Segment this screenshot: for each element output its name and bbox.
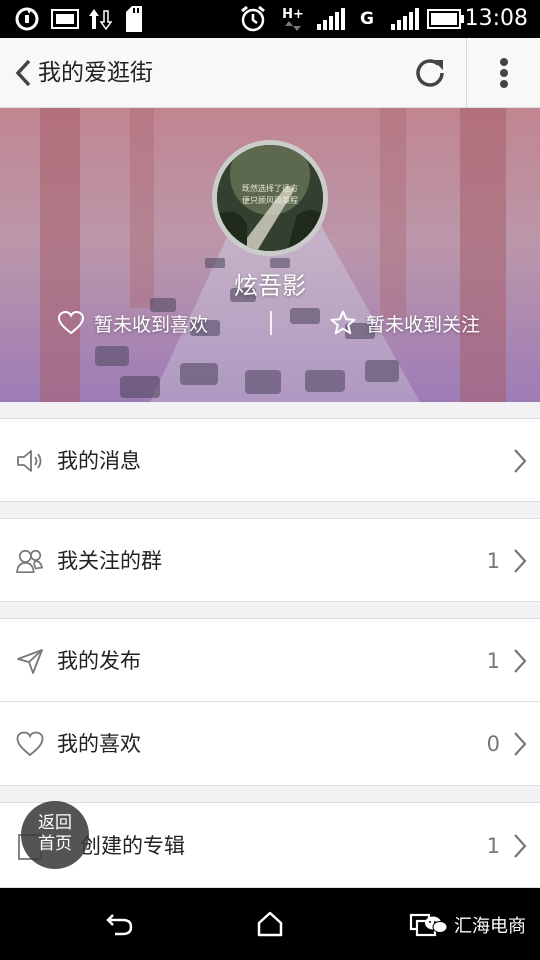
chevron-right-icon [510, 833, 530, 859]
menu-item-count: 1 [486, 549, 500, 573]
send-icon [16, 647, 44, 675]
heart-icon [16, 730, 44, 758]
signal-icon [314, 6, 348, 32]
menu-item-count: 1 [486, 834, 500, 858]
star-outline-icon [330, 310, 356, 335]
menu-item-label: 我关注的群 [57, 549, 162, 573]
app-bar-divider [466, 38, 467, 108]
menu-item-label: 创建的专辑 [80, 834, 185, 858]
profile-banner: 既然选择了远方 便只顾风雨兼程 炫吾影 暂未收到喜欢 暂未收到关注 [0, 108, 540, 402]
refresh-icon [416, 59, 444, 87]
network-type-icon: H+ [280, 6, 306, 32]
more-options-button[interactable] [482, 51, 526, 95]
back-arrow-icon [106, 914, 133, 936]
back-to-home-button[interactable]: 返回 首页 [21, 801, 89, 869]
wechat-icon [425, 916, 448, 933]
follows-stat[interactable]: 暂未收到关注 [330, 308, 480, 338]
status-time: 13:08 [464, 6, 528, 31]
navigation-bar: 汇海电商 [0, 888, 540, 960]
menu-item-my-posts[interactable]: 我的发布 1 [0, 618, 540, 702]
group-icon [16, 547, 44, 575]
sync-icon [12, 6, 42, 32]
app-bar: 我的爱逛街 [0, 38, 540, 108]
network-type-label: H+ [282, 6, 304, 22]
signal-2-icon [388, 6, 422, 32]
image-icon [50, 6, 80, 32]
menu-item-my-likes[interactable]: 我的喜欢 0 [0, 702, 540, 786]
status-bar: H+ G 13:08 [0, 0, 540, 38]
menu-item-label: 我的发布 [57, 649, 141, 673]
speaker-icon [16, 447, 44, 475]
heart-outline-icon [58, 311, 84, 335]
home-icon [257, 911, 283, 937]
more-vertical-icon [500, 58, 508, 88]
avatar[interactable]: 既然选择了远方 便只顾风雨兼程 [212, 140, 328, 256]
battery-icon [426, 6, 466, 32]
watermark-label: 汇海电商 [454, 916, 526, 937]
alarm-icon [238, 5, 268, 32]
sd-card-icon [122, 6, 146, 32]
stat-divider [270, 311, 272, 335]
back-button[interactable] [6, 38, 40, 108]
likes-stat[interactable]: 暂未收到喜欢 [58, 308, 208, 338]
nav-home-button[interactable] [250, 906, 290, 942]
menu-item-followed-groups[interactable]: 我关注的群 1 [0, 518, 540, 602]
menu-item-label: 我的消息 [57, 449, 141, 473]
avatar-text-line1: 既然选择了远方 [242, 184, 298, 193]
network-g-label: G [360, 9, 374, 29]
chevron-right-icon [510, 548, 530, 574]
menu-item-messages[interactable]: 我的消息 [0, 418, 540, 502]
network-g-icon: G [358, 6, 376, 32]
page-title: 我的爱逛街 [38, 60, 153, 86]
data-transfer-icon [86, 6, 114, 32]
screen: H+ G 13:08 我的爱逛街 既然选择了远方 便只顾风雨兼程 炫吾影 暂未收… [0, 0, 540, 960]
chevron-right-icon [510, 648, 530, 674]
chevron-right-icon [510, 731, 530, 757]
nav-back-button[interactable] [100, 906, 140, 942]
menu-item-count: 0 [486, 732, 500, 756]
home-button-line1: 返回 [38, 813, 72, 833]
watermark: 汇海电商 [424, 912, 526, 938]
likes-label: 暂未收到喜欢 [94, 313, 209, 336]
menu-item-label: 我的喜欢 [57, 732, 141, 756]
avatar-text-line2: 便只顾风雨兼程 [242, 196, 298, 205]
chevron-left-icon [15, 59, 31, 87]
home-button-line2: 首页 [38, 834, 72, 854]
username: 炫吾影 [234, 272, 306, 300]
chevron-right-icon [510, 448, 530, 474]
menu-item-count: 1 [486, 649, 500, 673]
follows-label: 暂未收到关注 [366, 313, 481, 336]
refresh-button[interactable] [408, 51, 452, 95]
